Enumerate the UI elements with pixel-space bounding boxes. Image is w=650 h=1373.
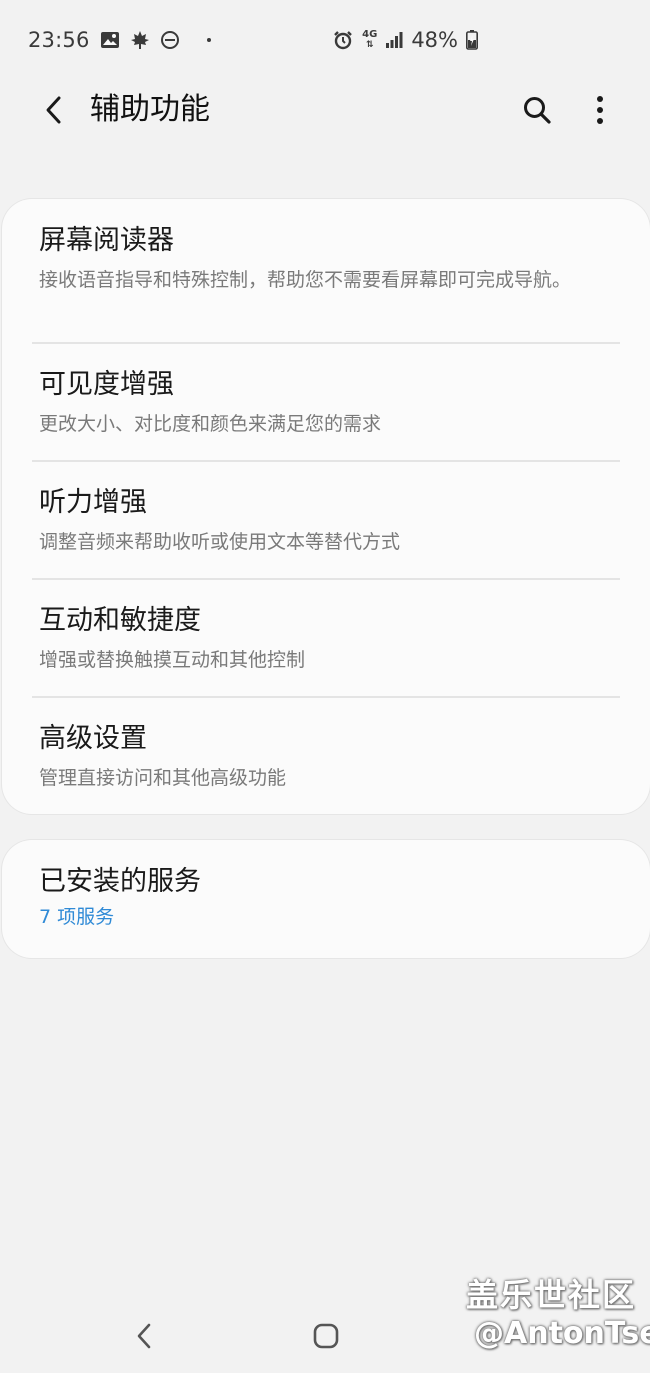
status-time: 23:56 [28, 28, 90, 52]
nav-back-icon [137, 1323, 151, 1349]
divider [32, 578, 620, 580]
divider [32, 342, 620, 344]
menu-item-visibility[interactable]: 可见度增强 更改大小、对比度和颜色来满足您的需求 [2, 367, 650, 438]
dot-icon [206, 28, 212, 52]
maple-leaf-icon [130, 28, 150, 52]
menu-item-advanced-settings[interactable]: 高级设置 管理直接访问和其他高级功能 [2, 721, 650, 792]
back-arrow-icon [46, 96, 61, 124]
network-4g-icon: 4G ⇅ [362, 29, 378, 51]
menu-item-title: 屏幕阅读器 [39, 225, 174, 256]
search-button[interactable] [516, 90, 558, 130]
status-left: 23:56 [28, 28, 212, 52]
back-button[interactable] [34, 90, 74, 130]
menu-item-description: 接收语音指导和特殊控制，帮助您不需要看屏幕即可完成导航。 [39, 269, 572, 291]
status-bar: 23:56 4G ⇅ 48% [0, 0, 650, 80]
menu-item-title: 高级设置 [39, 723, 147, 754]
battery-percent: 48% [411, 28, 458, 52]
signal-icon [385, 28, 403, 52]
watermark-community: 盖乐世社区 [466, 1276, 637, 1314]
menu-item-installed-services[interactable]: 已安装的服务 7 项服务 [2, 864, 650, 931]
battery-charging-icon [466, 28, 478, 52]
menu-item-title: 互动和敏捷度 [39, 605, 201, 636]
status-right: 4G ⇅ 48% [332, 28, 478, 52]
search-icon [524, 97, 551, 124]
menu-item-description: 管理直接访问和其他高级功能 [39, 767, 287, 789]
divider [32, 696, 620, 698]
nav-home-button[interactable] [306, 1316, 346, 1356]
more-vert-icon [597, 96, 603, 124]
nav-home-icon [313, 1323, 339, 1349]
image-icon [100, 28, 120, 52]
more-options-button[interactable] [580, 90, 620, 130]
installed-services-title: 已安装的服务 [39, 866, 201, 897]
app-bar: 辅助功能 [0, 80, 650, 140]
do-not-disturb-icon [160, 28, 180, 52]
menu-item-hearing[interactable]: 听力增强 调整音频来帮助收听或使用文本等替代方式 [2, 485, 650, 556]
menu-item-title: 可见度增强 [39, 369, 174, 400]
watermark-author: @AntonTse [474, 1316, 650, 1351]
alarm-icon [332, 28, 354, 52]
menu-item-description: 更改大小、对比度和颜色来满足您的需求 [39, 413, 382, 435]
menu-item-interaction-dexterity[interactable]: 互动和敏捷度 增强或替换触摸互动和其他控制 [2, 603, 650, 674]
installed-services-card[interactable]: 已安装的服务 7 项服务 [2, 840, 650, 958]
menu-item-description: 增强或替换触摸互动和其他控制 [39, 649, 306, 671]
menu-item-title: 听力增强 [39, 487, 147, 518]
page-title: 辅助功能 [90, 92, 210, 127]
accessibility-menu-card: 屏幕阅读器 接收语音指导和特殊控制，帮助您不需要看屏幕即可完成导航。 可见度增强… [2, 199, 650, 814]
nav-back-button[interactable] [126, 1316, 162, 1356]
menu-item-screen-reader[interactable]: 屏幕阅读器 接收语音指导和特殊控制，帮助您不需要看屏幕即可完成导航。 [2, 223, 650, 294]
divider [32, 460, 620, 462]
installed-services-count: 7 项服务 [39, 906, 115, 928]
network-label: 4G [362, 29, 378, 40]
menu-item-description: 调整音频来帮助收听或使用文本等替代方式 [39, 531, 401, 553]
